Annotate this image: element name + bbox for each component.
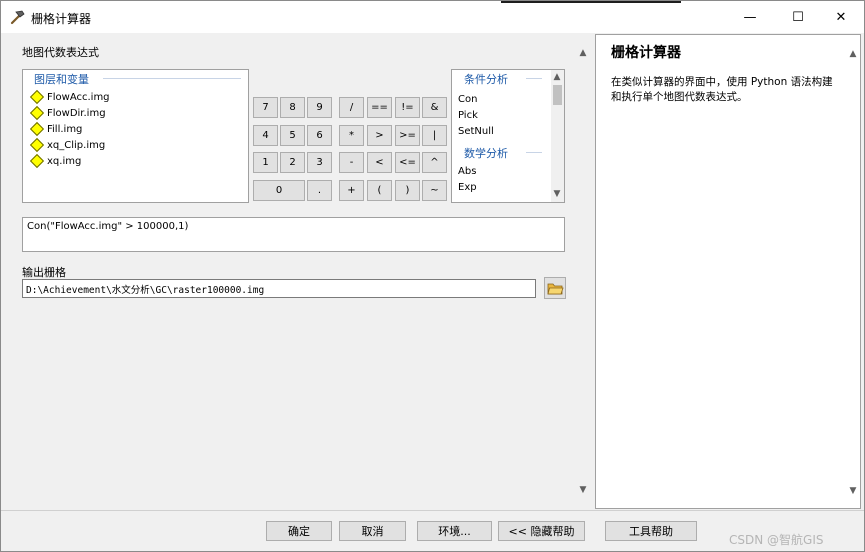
key-6[interactable]: 6 bbox=[307, 125, 332, 146]
help-scrollbar[interactable]: ▲ ▼ bbox=[846, 35, 860, 508]
cancel-button[interactable]: 取消 bbox=[339, 521, 406, 541]
title-bar[interactable]: 栅格计算器 — ☐ ✕ bbox=[1, 1, 864, 33]
scroll-down-arrow-icon[interactable]: ▼ bbox=[847, 485, 859, 497]
scroll-thumb[interactable] bbox=[553, 85, 562, 105]
folder-icon bbox=[546, 283, 564, 294]
key-8[interactable]: 8 bbox=[280, 97, 305, 118]
window-title: 栅格计算器 bbox=[31, 12, 92, 26]
raster-layer-icon bbox=[29, 153, 45, 169]
key-not[interactable]: ~ bbox=[422, 180, 447, 201]
math-group-line bbox=[526, 152, 542, 153]
key-4[interactable]: 4 bbox=[253, 125, 278, 146]
function-item-pick[interactable]: Pick bbox=[458, 110, 478, 121]
key-divide[interactable]: / bbox=[339, 97, 364, 118]
key-less-equal[interactable]: <= bbox=[395, 152, 420, 173]
key-0[interactable]: 0 bbox=[253, 180, 305, 201]
key-decimal[interactable]: . bbox=[307, 180, 332, 201]
function-item-exp[interactable]: Exp bbox=[458, 182, 477, 193]
help-text: 在类似计算器的界面中，使用 Python 语法构建和执行单个地图代数表达式。 bbox=[611, 76, 833, 103]
hide-help-button[interactable]: << 隐藏帮助 bbox=[498, 521, 585, 541]
layers-group-title: 图层和变量 bbox=[31, 71, 92, 87]
layer-name: Fill.img bbox=[47, 123, 83, 135]
scroll-down-arrow-icon[interactable]: ▼ bbox=[577, 484, 589, 496]
math-group-title: 数学分析 bbox=[461, 145, 511, 161]
key-close-paren[interactable]: ) bbox=[395, 180, 420, 201]
close-button[interactable]: ✕ bbox=[818, 1, 864, 33]
scroll-up-arrow-icon[interactable]: ▲ bbox=[847, 48, 859, 60]
key-equal[interactable]: == bbox=[367, 97, 392, 118]
function-item-abs[interactable]: Abs bbox=[458, 166, 476, 177]
tool-help-button[interactable]: 工具帮助 bbox=[605, 521, 697, 541]
title-accent-bar bbox=[501, 1, 681, 3]
raster-layer-icon bbox=[29, 105, 45, 121]
key-5[interactable]: 5 bbox=[280, 125, 305, 146]
functions-group-line bbox=[526, 78, 542, 79]
scroll-up-arrow-icon[interactable]: ▲ bbox=[577, 47, 589, 59]
key-7[interactable]: 7 bbox=[253, 97, 278, 118]
layer-item[interactable]: FlowDir.img bbox=[29, 105, 106, 121]
key-3[interactable]: 3 bbox=[307, 152, 332, 173]
layers-list[interactable]: 图层和变量 FlowAcc.img FlowDir.img Fill.img x… bbox=[22, 69, 249, 203]
key-not-equal[interactable]: != bbox=[395, 97, 420, 118]
environments-button[interactable]: 环境... bbox=[417, 521, 492, 541]
maximize-button[interactable]: ☐ bbox=[775, 1, 821, 33]
expression-label: 地图代数表达式 bbox=[22, 46, 99, 59]
key-open-paren[interactable]: ( bbox=[367, 180, 392, 201]
raster-layer-icon bbox=[29, 121, 45, 137]
raster-layer-icon bbox=[29, 89, 45, 105]
layer-name: FlowDir.img bbox=[47, 107, 106, 119]
key-plus[interactable]: + bbox=[339, 180, 364, 201]
key-greater-equal[interactable]: >= bbox=[395, 125, 420, 146]
dialog-button-bar: 确定 取消 环境... << 隐藏帮助 工具帮助 CSDN @智航GIS bbox=[1, 510, 864, 551]
function-item-con[interactable]: Con bbox=[458, 94, 477, 105]
layer-item[interactable]: xq_Clip.img bbox=[29, 137, 105, 153]
main-scrollbar[interactable]: ▲ ▼ bbox=[576, 34, 590, 509]
key-and[interactable]: & bbox=[422, 97, 447, 118]
layer-item[interactable]: xq.img bbox=[29, 153, 81, 169]
watermark: CSDN @智航GIS bbox=[729, 533, 824, 547]
layer-item[interactable]: Fill.img bbox=[29, 121, 82, 137]
key-2[interactable]: 2 bbox=[280, 152, 305, 173]
key-minus[interactable]: - bbox=[339, 152, 364, 173]
layer-name: xq_Clip.img bbox=[47, 139, 106, 151]
layer-name: xq.img bbox=[47, 155, 82, 167]
layers-group-line bbox=[103, 78, 241, 79]
hammer-icon bbox=[10, 10, 25, 25]
raster-layer-icon bbox=[29, 137, 45, 153]
expression-input[interactable]: Con("FlowAcc.img" > 100000,1) bbox=[22, 217, 565, 252]
layer-item[interactable]: FlowAcc.img bbox=[29, 89, 110, 105]
functions-list[interactable]: 条件分析 Con Pick SetNull 数学分析 Abs Exp ▲ ▼ bbox=[451, 69, 565, 203]
key-1[interactable]: 1 bbox=[253, 152, 278, 173]
key-less[interactable]: < bbox=[367, 152, 392, 173]
browse-folder-button[interactable] bbox=[544, 277, 566, 299]
scroll-down-arrow-icon[interactable]: ▼ bbox=[551, 188, 563, 200]
conditional-group-title: 条件分析 bbox=[461, 71, 511, 87]
key-or[interactable]: | bbox=[422, 125, 447, 146]
ok-button[interactable]: 确定 bbox=[266, 521, 332, 541]
output-raster-label: 输出栅格 bbox=[22, 266, 66, 279]
layer-name: FlowAcc.img bbox=[47, 91, 110, 103]
function-item-setnull[interactable]: SetNull bbox=[458, 126, 494, 137]
scroll-up-arrow-icon[interactable]: ▲ bbox=[551, 71, 563, 83]
raster-calculator-window: 栅格计算器 — ☐ ✕ 地图代数表达式 图层和变量 FlowAcc.img Fl… bbox=[0, 0, 865, 552]
key-greater[interactable]: > bbox=[367, 125, 392, 146]
key-9[interactable]: 9 bbox=[307, 97, 332, 118]
help-panel: 栅格计算器 在类似计算器的界面中，使用 Python 语法构建和执行单个地图代数… bbox=[595, 34, 861, 509]
help-title: 栅格计算器 bbox=[611, 45, 681, 61]
key-xor[interactable]: ^ bbox=[422, 152, 447, 173]
output-raster-input[interactable]: D:\Achievement\水文分析\GC\raster100000.img bbox=[22, 279, 536, 298]
main-panel: 地图代数表达式 图层和变量 FlowAcc.img FlowDir.img Fi… bbox=[5, 34, 592, 509]
key-multiply[interactable]: * bbox=[339, 125, 364, 146]
functions-scrollbar[interactable]: ▲ ▼ bbox=[551, 70, 564, 202]
minimize-button[interactable]: — bbox=[727, 1, 773, 33]
